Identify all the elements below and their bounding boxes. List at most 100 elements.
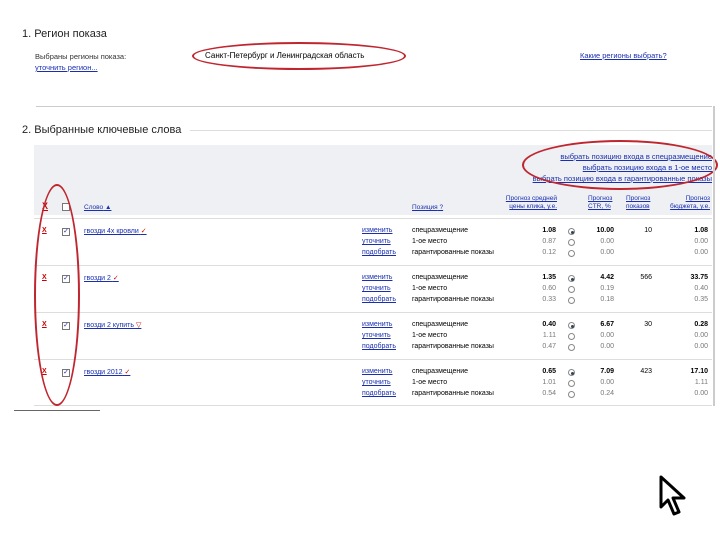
position-radio[interactable] [568, 380, 575, 387]
edit-link[interactable]: изменить [362, 368, 392, 375]
cpc-value: 0.47 [542, 343, 556, 350]
position-radio[interactable] [568, 250, 575, 257]
ctr-value: 4.42 [600, 274, 614, 281]
pick-link[interactable]: подобрать [362, 343, 396, 350]
keyword-marker-icon: ▽ [136, 322, 142, 329]
section-keywords-title: 2. Выбранные ключевые слова [22, 124, 182, 136]
position-label: гарантированные показы [412, 390, 494, 397]
annotation-oval-columns [34, 184, 80, 406]
shows-value: 10 [644, 227, 652, 234]
cpc-value: 1.35 [542, 274, 556, 281]
ctr-value: 0.18 [600, 296, 614, 303]
position-radio[interactable] [568, 286, 575, 293]
refine-link[interactable]: уточнить [362, 285, 391, 292]
table-row: X ✓ гвозди 2 ✓ изменить уточнить подобра… [34, 265, 712, 311]
annotation-oval-region [192, 42, 406, 70]
keyword-link[interactable]: гвозди 4х кровли ✓ [84, 227, 147, 235]
cpc-value: 0.65 [542, 368, 556, 375]
budget-value: 0.28 [694, 321, 708, 328]
budget-value: 0.35 [694, 296, 708, 303]
position-label: гарантированные показы [412, 296, 494, 303]
position-label: 1-ое место [412, 238, 448, 245]
position-label: 1-ое место [412, 332, 448, 339]
table-row: X ✓ гвозди 4х кровли ✓ изменить уточнить… [34, 218, 712, 264]
footnote-divider [14, 410, 100, 411]
ctr-column-header[interactable]: Прогноз CTR, % [588, 195, 614, 211]
section-region-title: 1. Регион показа [22, 28, 107, 40]
keyword-marker-icon: ✓ [140, 228, 147, 235]
cpc-value: 0.40 [542, 321, 556, 328]
budget-value: 1.11 [694, 379, 708, 386]
position-radio[interactable] [568, 239, 575, 246]
ctr-value: 0.00 [600, 332, 614, 339]
position-radio[interactable] [568, 391, 575, 398]
position-label: спецразмещение [412, 274, 469, 281]
ctr-value: 6.67 [600, 321, 614, 328]
cpc-value: 1.08 [542, 227, 556, 234]
refine-link[interactable]: уточнить [362, 379, 391, 386]
budget-value: 0.00 [694, 390, 708, 397]
position-radio[interactable] [568, 344, 575, 351]
ctr-value: 0.24 [600, 390, 614, 397]
ctr-value: 0.00 [600, 343, 614, 350]
position-radio[interactable] [568, 228, 575, 235]
position-radio[interactable] [568, 333, 575, 340]
table-row: X ✓ гвозди 2012 ✓ изменить уточнить подо… [34, 359, 712, 405]
position-radio[interactable] [568, 275, 575, 282]
ctr-value: 0.00 [600, 249, 614, 256]
budget-column-header[interactable]: Прогноз бюджета, у.е. [664, 195, 710, 211]
ctr-value: 7.09 [600, 368, 614, 375]
cursor-icon [659, 475, 686, 516]
annotation-oval-choose [522, 140, 718, 190]
refine-link[interactable]: уточнить [362, 332, 391, 339]
budget-value: 0.40 [694, 285, 708, 292]
divider [36, 106, 712, 107]
edit-link[interactable]: изменить [362, 321, 392, 328]
position-column-header[interactable]: Позиция ? [412, 204, 443, 212]
position-radio[interactable] [568, 322, 575, 329]
budget-value: 33.75 [690, 274, 708, 281]
pick-link[interactable]: подобрать [362, 296, 396, 303]
position-label: гарантированные показы [412, 343, 494, 350]
keyword-marker-icon: ✓ [124, 369, 131, 376]
cpc-value: 0.87 [542, 238, 556, 245]
table-row: X ✓ гвозди 2 купить ▽ изменить уточнить … [34, 312, 712, 358]
position-label: спецразмещение [412, 227, 469, 234]
budget-value: 0.00 [694, 238, 708, 245]
keyword-marker-icon: ✓ [112, 275, 119, 282]
position-radio[interactable] [568, 369, 575, 376]
cpc-value: 0.60 [542, 285, 556, 292]
ctr-value: 0.00 [600, 379, 614, 386]
keyword-link[interactable]: гвозди 2012 ✓ [84, 368, 130, 376]
budget-value: 17.10 [690, 368, 708, 375]
refine-link[interactable]: уточнить [362, 238, 391, 245]
cpc-value: 1.11 [542, 332, 556, 339]
position-radio[interactable] [568, 297, 575, 304]
shows-column-header[interactable]: Прогноз показов [626, 195, 656, 211]
edit-link[interactable]: изменить [362, 227, 392, 234]
ctr-value: 10.00 [596, 227, 614, 234]
cpc-value: 0.12 [542, 249, 556, 256]
pick-link[interactable]: подобрать [362, 390, 396, 397]
keyword-link[interactable]: гвозди 2 купить ▽ [84, 321, 141, 329]
pick-link[interactable]: подобрать [362, 249, 396, 256]
panel-right-edge [713, 106, 715, 406]
position-label: 1-ое место [412, 285, 448, 292]
cpc-column-header[interactable]: Прогноз средней цены клика, у.е. [505, 195, 557, 211]
word-column-header[interactable]: Слово ▲ [84, 204, 111, 212]
divider [190, 130, 712, 131]
shows-value: 30 [644, 321, 652, 328]
shows-value: 423 [640, 368, 652, 375]
edit-link[interactable]: изменить [362, 274, 392, 281]
position-label: гарантированные показы [412, 249, 494, 256]
ctr-value: 0.19 [600, 285, 614, 292]
budget-value: 0.00 [694, 343, 708, 350]
change-region-link[interactable]: уточнить регион... [35, 63, 98, 72]
position-label: спецразмещение [412, 321, 469, 328]
how-choose-regions-link[interactable]: Какие регионы выбрать? [580, 51, 667, 60]
keyword-link[interactable]: гвозди 2 ✓ [84, 274, 119, 282]
table-bottom-border [34, 405, 712, 406]
region-label: Выбраны регионы показа: [35, 52, 127, 61]
shows-value: 566 [640, 274, 652, 281]
ctr-value: 0.00 [600, 238, 614, 245]
